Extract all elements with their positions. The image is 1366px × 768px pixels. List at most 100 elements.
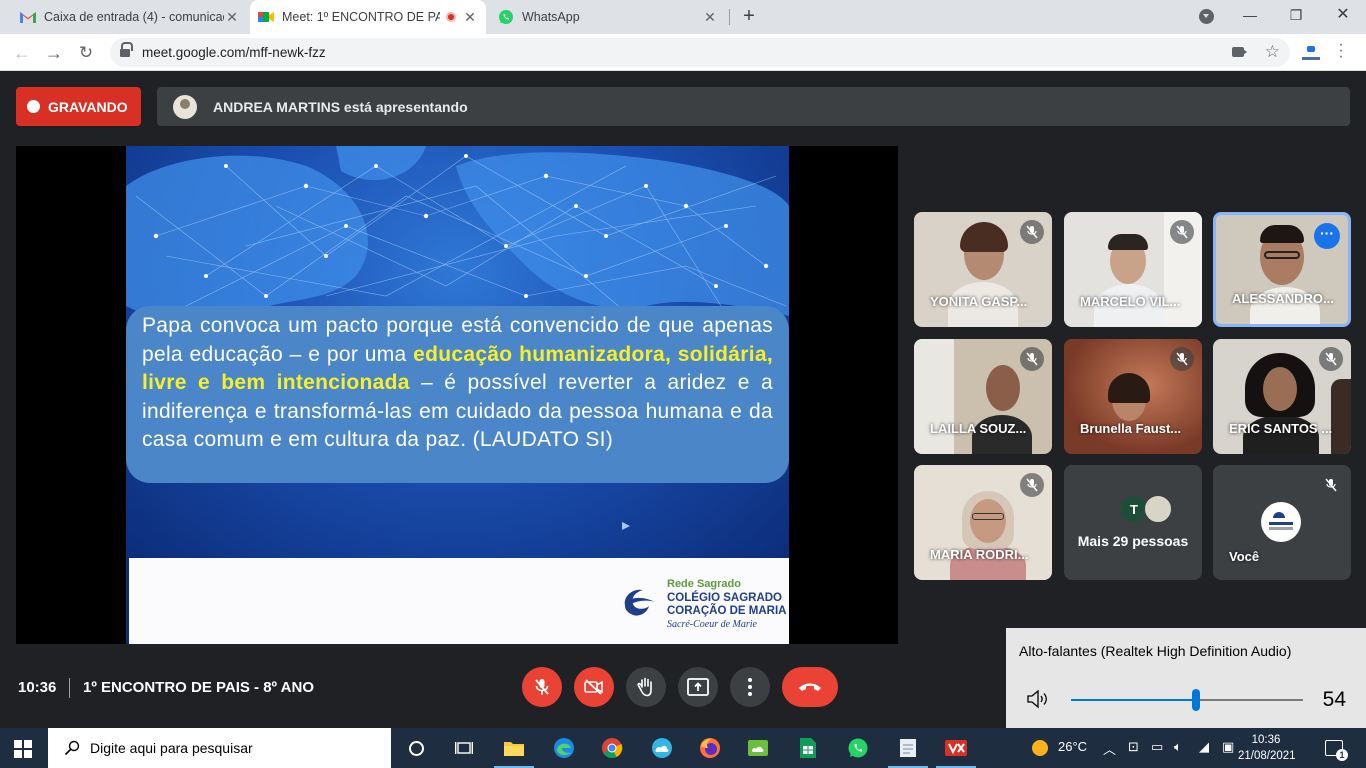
url-text[interactable]: meet.google.com/mff-newk-fzz	[142, 45, 326, 60]
firefox-icon[interactable]	[698, 736, 722, 760]
raise-hand-icon	[637, 677, 652, 697]
address-bar[interactable]: meet.google.com/mff-newk-fzz ☆	[110, 38, 1290, 67]
audio-device-name[interactable]: Alto-falantes (Realtek High Definition A…	[1019, 643, 1291, 659]
more-participants-tile[interactable]: T Mais 29 pessoas	[1064, 465, 1202, 580]
extension-icon[interactable]	[1302, 44, 1320, 60]
restore-button[interactable]: ❐	[1273, 0, 1319, 30]
tab-divider	[729, 9, 730, 25]
mic-off-icon	[1170, 347, 1194, 371]
leave-call-button[interactable]	[782, 667, 838, 707]
notification-center-icon[interactable]: 1	[1325, 740, 1348, 761]
browser-tab-bar: Caixa de entrada (4) - comunicac ✕ Meet:…	[0, 0, 1366, 34]
tab-title: Caixa de entrada (4) - comunicac	[44, 10, 224, 24]
notification-count: 1	[1336, 749, 1348, 761]
windows-start-button[interactable]	[14, 740, 32, 758]
pdf-reader-icon[interactable]	[936, 736, 976, 768]
more-vert-icon	[748, 678, 752, 696]
battery-icon[interactable]: ▭	[1151, 739, 1163, 755]
notepad-icon[interactable]	[888, 736, 928, 768]
present-button[interactable]	[678, 667, 718, 707]
recording-indicator-icon	[446, 12, 456, 22]
tab-whatsapp[interactable]: WhatsApp ✕	[490, 0, 726, 34]
task-view-icon[interactable]	[452, 736, 476, 760]
participant-tile[interactable]: Brunella Faust...	[1064, 339, 1202, 454]
taskbar-search-box[interactable]: Digite aqui para pesquisar	[48, 728, 391, 768]
presenter-text: ANDREA MARTINS está apresentando	[213, 98, 468, 115]
participant-tile[interactable]: ERIC SANTOS ...	[1213, 339, 1351, 454]
chrome-menu-icon[interactable]: · · ·	[1338, 37, 1344, 65]
show-hidden-icons-icon[interactable]: ︿	[1103, 739, 1116, 758]
participant-name: Brunella Faust...	[1080, 421, 1182, 436]
cortana-icon[interactable]	[404, 736, 428, 760]
volume-slider[interactable]	[1071, 689, 1303, 711]
mic-off-icon	[1319, 473, 1343, 497]
windows-taskbar: Digite aqui para pesquisar 26°C ︿ ⊡ ▭ 🔈︎…	[0, 728, 1366, 768]
logo-network-text: Rede Sagrado	[667, 578, 741, 590]
participant-tile[interactable]: YONITA GASP...	[914, 212, 1052, 327]
reload-button[interactable]: ↻	[73, 40, 99, 66]
slide-footer: Rede Sagrado COLÉGIO SAGRADO CORAÇÃO DE …	[126, 558, 789, 644]
present-screen-icon	[687, 678, 709, 696]
browser-toolbar: ← → ↻ meet.google.com/mff-newk-fzz ☆	[0, 34, 1366, 71]
weather-sun-icon[interactable]	[1028, 736, 1052, 760]
forward-button[interactable]: →	[41, 40, 67, 66]
participant-name: ERIC SANTOS ...	[1229, 421, 1333, 436]
security-tray-icon[interactable]: ▣	[1222, 739, 1234, 755]
weather-temperature[interactable]: 26°C	[1058, 739, 1087, 754]
participant-name: YONITA GASP...	[930, 294, 1028, 309]
mic-off-button[interactable]	[522, 667, 562, 707]
participant-tile[interactable]: MARIA RODRI...	[914, 465, 1052, 580]
slide-quote-text: Papa convoca um pacto porque está conven…	[126, 306, 789, 483]
google-sheets-icon[interactable]	[796, 736, 820, 760]
close-tab-icon[interactable]: ✕	[702, 9, 718, 25]
mic-off-icon	[1319, 347, 1343, 371]
tray-network-adapter-icon[interactable]: ⊡	[1128, 739, 1139, 755]
back-button[interactable]: ←	[9, 40, 35, 66]
logo-subtitle: Sacré-Coeur de Marie	[667, 619, 757, 630]
self-tile[interactable]: Você	[1213, 465, 1351, 580]
lock-icon[interactable]	[120, 42, 133, 58]
weather-app-icon[interactable]	[650, 736, 674, 760]
speaker-icon[interactable]	[1026, 688, 1052, 715]
self-name: Você	[1229, 549, 1260, 564]
bookmark-star-icon[interactable]: ☆	[1265, 42, 1280, 62]
volume-tray-icon[interactable]: 🔈︎	[1174, 739, 1182, 755]
wifi-icon[interactable]: ◢	[1199, 739, 1209, 755]
presentation-stage: Papa convoca um pacto porque está conven…	[16, 146, 898, 644]
file-explorer-icon[interactable]	[494, 736, 534, 768]
presentation-slide: Papa convoca um pacto porque está conven…	[126, 146, 789, 644]
participant-options-button[interactable]: ···	[1314, 223, 1340, 249]
cloud-app-icon[interactable]	[746, 736, 770, 760]
close-tab-icon[interactable]: ✕	[462, 9, 478, 25]
recording-label: GRAVANDO	[48, 98, 128, 115]
tab-gmail[interactable]: Caixa de entrada (4) - comunicac ✕	[12, 0, 248, 34]
participant-photo-avatar	[1144, 495, 1172, 523]
tab-search-icon[interactable]	[1199, 9, 1214, 24]
participant-tile[interactable]: ··· ALESSANDRO...	[1213, 212, 1351, 327]
minimize-button[interactable]: —	[1227, 0, 1273, 30]
more-options-button[interactable]	[730, 667, 770, 707]
volume-slider-thumb[interactable]	[1192, 689, 1201, 711]
edge-icon[interactable]	[552, 736, 576, 760]
recording-badge[interactable]: GRAVANDO	[16, 87, 141, 126]
search-icon	[64, 740, 80, 756]
participant-tile[interactable]: LAILLA SOUZ...	[914, 339, 1052, 454]
participant-tile[interactable]: MARCELO VIL...	[1064, 212, 1202, 327]
school-logo: Rede Sagrado COLÉGIO SAGRADO CORAÇÃO DE …	[621, 576, 786, 632]
close-window-button[interactable]: ✕	[1320, 0, 1366, 30]
volume-slider-fill	[1071, 699, 1197, 701]
raise-hand-button[interactable]	[626, 667, 666, 707]
more-participants-label: Mais 29 pessoas	[1077, 533, 1189, 549]
camera-in-use-icon[interactable]	[1232, 47, 1247, 57]
meeting-clock: 10:36	[18, 679, 57, 696]
tab-meet[interactable]: Meet: 1º ENCONTRO DE PAI ✕	[250, 0, 486, 34]
close-tab-icon[interactable]: ✕	[224, 9, 240, 25]
whatsapp-taskbar-icon[interactable]	[846, 736, 870, 760]
new-tab-button[interactable]: +	[738, 5, 760, 27]
volume-level: 54	[1322, 688, 1346, 711]
meeting-title: 1º ENCONTRO DE PAIS - 8º ANO	[83, 679, 314, 696]
taskbar-clock[interactable]: 10:36 21/08/2021	[1238, 732, 1296, 764]
taskbar-time: 10:36	[1251, 734, 1281, 746]
chrome-icon[interactable]	[600, 736, 624, 760]
camera-off-button[interactable]	[574, 667, 614, 707]
